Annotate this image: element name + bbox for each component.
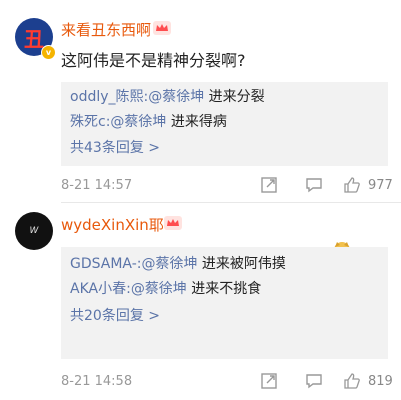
reply-item[interactable]: oddly_陈熙:@蔡徐坤 进来分裂 bbox=[70, 86, 265, 106]
reply-text: 进来分裂 bbox=[204, 89, 265, 105]
more-replies-link[interactable]: 共20条回复 > bbox=[70, 305, 160, 325]
reply-mention[interactable]: @蔡徐坤 bbox=[131, 281, 187, 297]
comment-icon[interactable] bbox=[305, 372, 323, 390]
avatar[interactable]: W bbox=[15, 212, 53, 250]
crown-badge-icon bbox=[164, 216, 182, 230]
replies-box[interactable]: oddly_陈熙:@蔡徐坤 进来分裂 殊死c:@蔡徐坤 进来得病 共43条回复 … bbox=[61, 82, 388, 166]
comment-item: 丑 v 来看丑东西啊 这阿伟是不是精神分裂啊? oddly_陈熙:@蔡徐坤 进来… bbox=[0, 0, 401, 200]
reply-username[interactable]: oddly_陈熙: bbox=[70, 89, 148, 105]
reply-text: 进来被阿伟摸 bbox=[197, 256, 286, 272]
reply-mention[interactable]: @蔡徐坤 bbox=[110, 114, 166, 130]
replies-box[interactable]: GDSAMA-:@蔡徐坤 进来被阿伟摸 AKA小春:@蔡徐坤 进来不挑食 共20… bbox=[61, 247, 388, 359]
reply-text: 进来得病 bbox=[166, 114, 227, 130]
reply-item[interactable]: GDSAMA-:@蔡徐坤 进来被阿伟摸 bbox=[70, 253, 286, 273]
share-icon[interactable] bbox=[260, 372, 278, 390]
comment-username[interactable]: 来看丑东西啊 bbox=[61, 19, 151, 40]
reply-item[interactable]: AKA小春:@蔡徐坤 进来不挑食 bbox=[70, 278, 261, 298]
avatar-glyph: W bbox=[29, 226, 39, 236]
reply-username[interactable]: AKA小春: bbox=[70, 281, 131, 297]
reply-username[interactable]: 殊死c: bbox=[70, 114, 110, 130]
reply-mention[interactable]: @蔡徐坤 bbox=[148, 89, 204, 105]
like-count: 977 bbox=[368, 178, 393, 193]
comment-time: 8-21 14:57 bbox=[61, 178, 133, 193]
comment-footer: 8-21 14:57 977 bbox=[61, 176, 393, 196]
reply-mention[interactable]: @蔡徐坤 bbox=[141, 256, 197, 272]
like-icon[interactable] bbox=[343, 176, 361, 194]
comment-footer: 8-21 14:58 819 bbox=[61, 372, 393, 392]
more-replies-link[interactable]: 共43条回复 > bbox=[70, 137, 160, 157]
share-icon[interactable] bbox=[260, 176, 278, 194]
like-icon[interactable] bbox=[343, 372, 361, 390]
comment-icon[interactable] bbox=[305, 176, 323, 194]
reply-username[interactable]: GDSAMA-: bbox=[70, 256, 141, 272]
verified-badge-icon: v bbox=[41, 45, 56, 60]
comment-username[interactable]: wydeXinXin耶 bbox=[61, 214, 164, 235]
comment-time: 8-21 14:58 bbox=[61, 374, 133, 389]
reply-item[interactable]: 殊死c:@蔡徐坤 进来得病 bbox=[70, 111, 227, 131]
crown-badge-icon bbox=[153, 21, 171, 35]
reply-text: 进来不挑食 bbox=[186, 281, 262, 297]
like-count: 819 bbox=[368, 374, 393, 389]
comment-text: 这阿伟是不是精神分裂啊? bbox=[61, 51, 246, 70]
